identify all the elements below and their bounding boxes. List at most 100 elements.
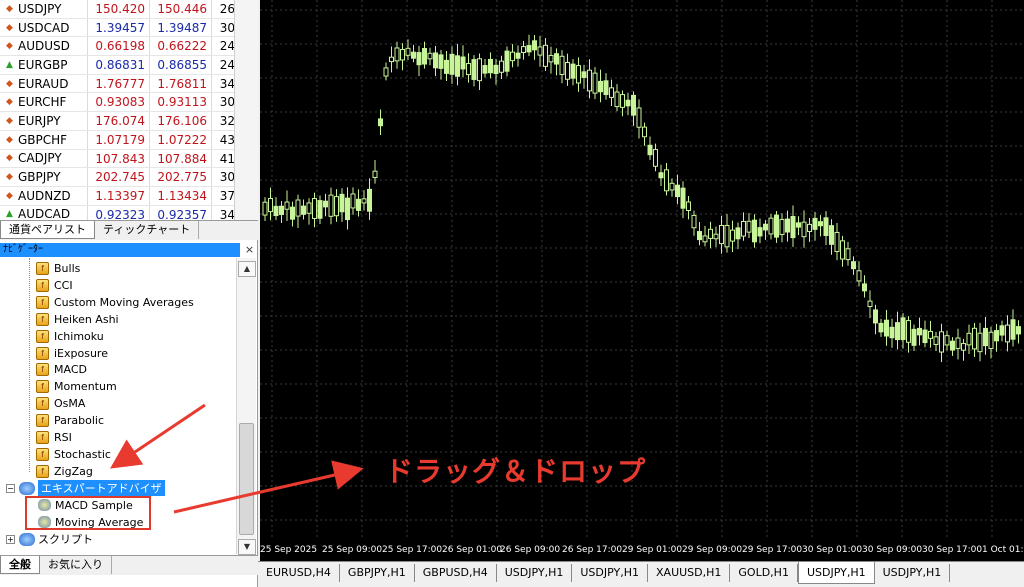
close-icon[interactable]: × bbox=[243, 243, 256, 257]
symbol-cell[interactable]: ◆ EURJPY bbox=[0, 112, 88, 130]
indicator-label: Custom Moving Averages bbox=[54, 295, 194, 309]
candle-body bbox=[416, 52, 422, 66]
chart-tab[interactable]: GBPJPY,H1 bbox=[340, 564, 415, 582]
candle-body bbox=[581, 71, 587, 78]
scroll-up-icon[interactable]: ▲ bbox=[238, 261, 256, 277]
indicator-item[interactable]: f Bulls bbox=[36, 260, 80, 277]
collapse-icon[interactable]: − bbox=[6, 483, 15, 493]
candle-body bbox=[983, 327, 988, 347]
chart-tab[interactable]: USDJPY,H1 bbox=[572, 564, 649, 582]
candle-body bbox=[477, 58, 482, 82]
down-arrow-icon: ◆ bbox=[6, 190, 13, 201]
candle-body bbox=[532, 40, 537, 51]
market-watch-scrollbar[interactable] bbox=[234, 0, 258, 220]
market-watch-row[interactable]: ◆ CADJPY 107.843 107.884 41 bbox=[0, 149, 258, 169]
indicator-label: iExposure bbox=[54, 346, 108, 360]
candle-body bbox=[570, 63, 576, 79]
indicator-item[interactable]: f iExposure bbox=[36, 345, 108, 362]
candle-body bbox=[818, 221, 823, 227]
market-watch-row[interactable]: ▲ EURGBP 0.86831 0.86855 24 bbox=[0, 56, 258, 75]
symbol-cell[interactable]: ◆ USDCAD bbox=[0, 18, 88, 37]
candle-body bbox=[268, 197, 273, 213]
market-watch-row[interactable]: ◆ EURCHF 0.93083 0.93113 30 bbox=[0, 93, 258, 113]
candle-body bbox=[1010, 319, 1016, 340]
indicator-icon: f bbox=[36, 278, 49, 292]
indicator-item[interactable]: f CCI bbox=[36, 277, 73, 294]
market-watch-row[interactable]: ◆ EURJPY 176.074 176.106 32 bbox=[0, 112, 258, 131]
scroll-down-icon[interactable]: ▼ bbox=[238, 539, 256, 555]
candle-body bbox=[774, 214, 779, 238]
symbol-cell[interactable]: ▲ AUDCAD bbox=[0, 205, 88, 220]
candle-body bbox=[521, 46, 526, 53]
symbol-cell[interactable]: ◆ GBPCHF bbox=[0, 130, 88, 149]
chart-tab[interactable]: EURUSD,H4 bbox=[258, 564, 340, 582]
indicator-icon: f bbox=[36, 262, 49, 275]
symbol-cell[interactable]: ◆ EURAUD bbox=[0, 74, 88, 93]
candle-body bbox=[779, 218, 785, 235]
symbol-cell[interactable]: ◆ GBPJPY bbox=[0, 168, 88, 186]
candle-body bbox=[323, 200, 328, 208]
indicator-item[interactable]: f Stochastic bbox=[36, 446, 111, 463]
indicator-item[interactable]: f MACD bbox=[36, 361, 87, 378]
candle-body bbox=[845, 248, 851, 261]
market-watch-row[interactable]: ◆ USDJPY 150.420 150.446 26 bbox=[0, 0, 258, 19]
candle-body bbox=[356, 198, 361, 211]
candle-body bbox=[526, 45, 532, 53]
navigator-scrollbar[interactable]: ▲ ▼ bbox=[236, 258, 256, 555]
chart-tab[interactable]: GOLD,H1 bbox=[730, 564, 798, 582]
market-watch-row[interactable]: ◆ AUDUSD 0.66198 0.66222 24 bbox=[0, 37, 258, 57]
bid-cell: 1.39457 bbox=[88, 18, 150, 37]
tab-general[interactable]: 全般 bbox=[0, 556, 40, 574]
symbol-cell[interactable]: ◆ AUDUSD bbox=[0, 37, 88, 56]
candle-body bbox=[680, 187, 686, 209]
chart-tab[interactable]: USDJPY,H1 bbox=[797, 562, 875, 584]
candle-body bbox=[603, 80, 609, 96]
chart-tab[interactable]: USDJPY,H1 bbox=[875, 564, 951, 582]
market-watch-row[interactable]: ▲ AUDCAD 0.92323 0.92357 34 bbox=[0, 205, 258, 220]
indicator-item[interactable]: f Ichimoku bbox=[36, 328, 104, 345]
indicator-label: Stochastic bbox=[54, 447, 111, 461]
candle-body bbox=[939, 331, 944, 353]
chart-tab[interactable]: XAUUSD,H1 bbox=[648, 564, 731, 582]
indicator-item[interactable]: f OsMA bbox=[36, 395, 85, 412]
indicator-icon: f bbox=[36, 414, 49, 428]
candle-body bbox=[867, 300, 873, 308]
symbol-cell[interactable]: ◆ AUDNZD bbox=[0, 186, 88, 205]
indicator-label: Parabolic bbox=[54, 414, 105, 428]
market-watch-row[interactable]: ◆ EURAUD 1.76777 1.76811 34 bbox=[0, 74, 258, 94]
candle-body bbox=[631, 94, 636, 116]
indicator-item[interactable]: f RSI bbox=[36, 429, 72, 446]
candle-body bbox=[851, 261, 856, 270]
left-panel: ◆ USDJPY 150.420 150.446 26 ◆ USDCAD 1.39457 1.3… bbox=[0, 0, 258, 587]
candle-body bbox=[460, 56, 466, 70]
indicator-item[interactable]: f Parabolic bbox=[36, 412, 104, 429]
indicator-item[interactable]: f Heiken Ashi bbox=[36, 311, 119, 328]
scroll-thumb[interactable] bbox=[239, 423, 254, 535]
tab-favorites[interactable]: お気に入り bbox=[40, 556, 112, 574]
candle-body bbox=[933, 336, 939, 345]
indicator-item[interactable]: f Momentum bbox=[36, 378, 117, 395]
symbol-label: EURAUD bbox=[18, 76, 69, 91]
chart-tab[interactable]: GBPUSD,H4 bbox=[415, 564, 497, 582]
market-watch-row[interactable]: ◆ GBPJPY 202.745 202.775 30 bbox=[0, 168, 258, 187]
symbol-cell[interactable]: ◆ EURCHF bbox=[0, 93, 88, 112]
scripts-group[interactable]: + スクリプト bbox=[6, 531, 93, 547]
tab-symbol-list[interactable]: 通貨ペアリスト bbox=[0, 221, 95, 239]
candle-body bbox=[757, 227, 763, 237]
market-watch-row[interactable]: ◆ AUDNZD 1.13397 1.13434 37 bbox=[0, 186, 258, 206]
tab-tick-chart[interactable]: ティックチャート bbox=[95, 221, 200, 239]
symbol-cell[interactable]: ◆ USDJPY bbox=[0, 0, 88, 18]
market-watch-row[interactable]: ◆ USDCAD 1.39457 1.39487 30 bbox=[0, 18, 258, 38]
symbol-label: USDJPY bbox=[18, 1, 62, 16]
indicator-item[interactable]: f ZigZag bbox=[36, 463, 93, 480]
bid-cell: 0.92323 bbox=[88, 205, 150, 220]
experts-group[interactable]: − エキスパートアドバイザ bbox=[6, 480, 165, 496]
indicator-item[interactable]: f Custom Moving Averages bbox=[36, 294, 194, 311]
symbol-cell[interactable]: ▲ EURGBP bbox=[0, 56, 88, 74]
chart-tab[interactable]: USDJPY,H1 bbox=[497, 564, 573, 582]
candle-body bbox=[284, 201, 290, 210]
bid-cell: 1.07179 bbox=[88, 130, 150, 149]
symbol-cell[interactable]: ◆ CADJPY bbox=[0, 149, 88, 168]
expand-icon[interactable]: + bbox=[6, 534, 15, 544]
market-watch-row[interactable]: ◆ GBPCHF 1.07179 1.07222 43 bbox=[0, 130, 258, 150]
